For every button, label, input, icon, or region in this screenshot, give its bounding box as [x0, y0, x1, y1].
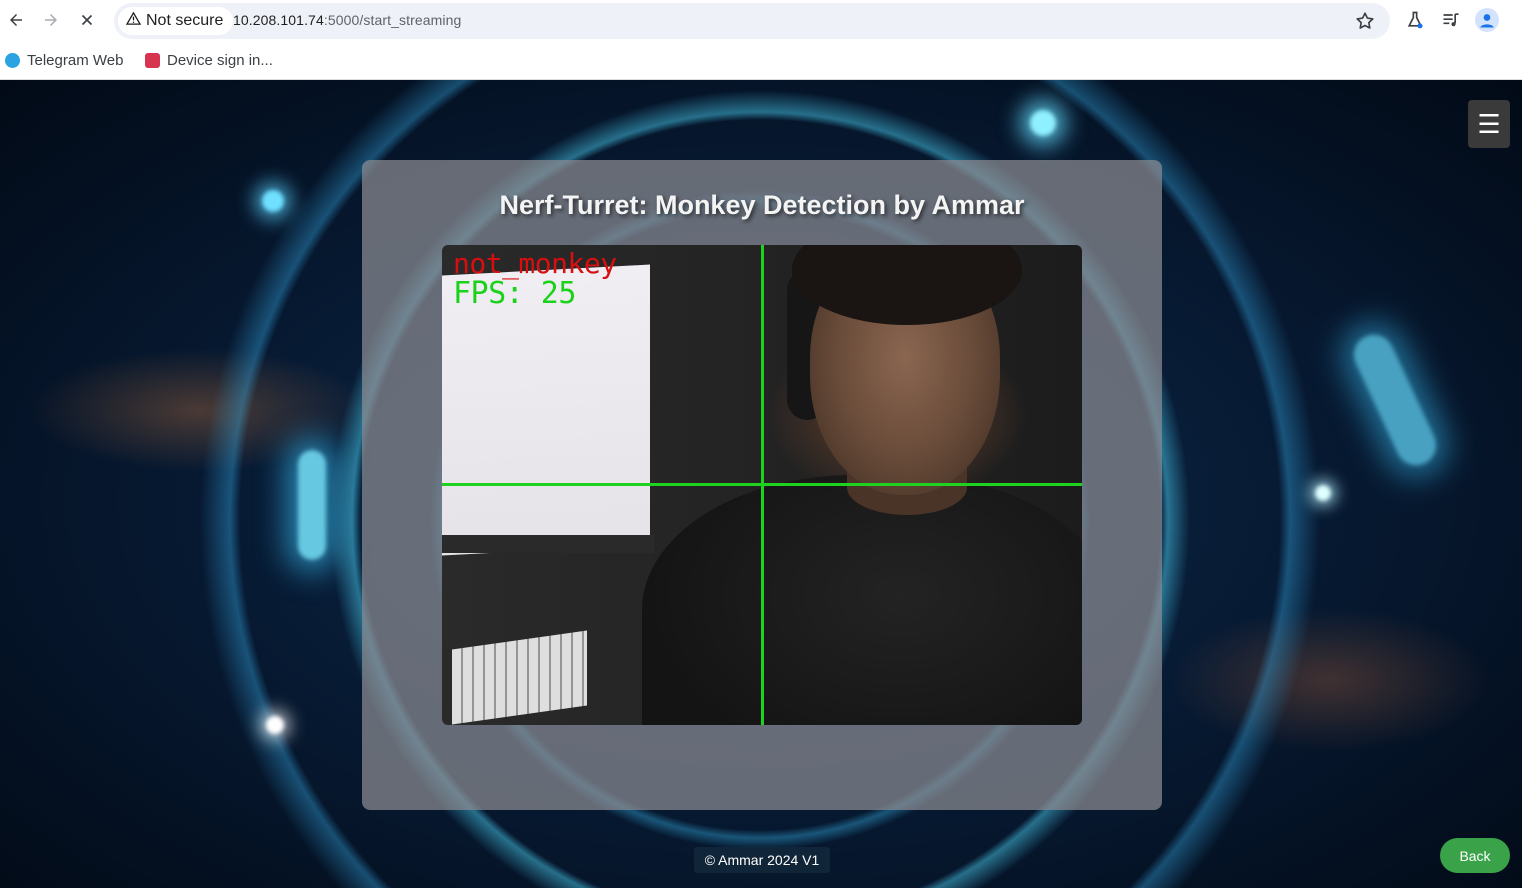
menu-button[interactable]: ☰ [1468, 100, 1510, 148]
labs-icon[interactable] [1403, 8, 1427, 32]
telegram-icon [5, 52, 20, 68]
bookmarks-bar: Telegram Web Device sign in... [0, 40, 1522, 80]
url-path: :5000/start_streaming [323, 12, 462, 28]
background-light [298, 450, 326, 560]
bookmark-label: Telegram Web [27, 51, 124, 69]
bookmark-telegram-web[interactable]: Telegram Web [5, 50, 123, 70]
url-host: 10.208.101.74 [233, 12, 324, 28]
media-control-icon[interactable] [1439, 8, 1463, 32]
scene-monitor-base [442, 535, 654, 553]
background-light [1030, 110, 1056, 136]
star-icon[interactable] [1354, 10, 1376, 32]
scene-person-body [642, 475, 1082, 725]
security-label: Not secure [146, 12, 224, 29]
forward-icon[interactable] [37, 6, 65, 34]
stop-loading-icon[interactable] [73, 6, 101, 34]
back-icon[interactable] [2, 6, 30, 34]
video-stream: not_monkey FPS: 25 [442, 245, 1082, 725]
scene-keyboard [452, 630, 587, 725]
stream-panel: Nerf-Turret: Monkey Detection by Ammar n… [362, 160, 1162, 810]
page-background: ☰ Nerf-Turret: Monkey Detection by Ammar… [0, 80, 1522, 888]
bookmark-label: Device sign in... [167, 51, 273, 69]
fps-counter: FPS: 25 [453, 276, 576, 311]
footer-copyright: © Ammar 2024 V1 [694, 847, 830, 873]
warning-icon [125, 11, 142, 31]
address-bar[interactable]: Not secure 10.208.101.74:5000/start_stre… [114, 3, 1390, 39]
crosshair-horizontal [442, 483, 1082, 486]
bookmark-device-sign-in[interactable]: Device sign in... [145, 50, 273, 70]
background-light [1347, 328, 1443, 472]
url-text[interactable]: 10.208.101.74:5000/start_streaming [233, 12, 461, 28]
back-button[interactable]: Back [1440, 838, 1510, 873]
device-sign-in-icon [145, 52, 160, 68]
background-light [1315, 485, 1331, 501]
security-chip[interactable]: Not secure [118, 7, 234, 35]
page-title: Nerf-Turret: Monkey Detection by Ammar [499, 190, 1025, 220]
profile-icon[interactable] [1475, 8, 1499, 32]
browser-toolbar: Not secure 10.208.101.74:5000/start_stre… [0, 0, 1522, 40]
background-light [262, 190, 284, 212]
background-light [266, 716, 284, 734]
